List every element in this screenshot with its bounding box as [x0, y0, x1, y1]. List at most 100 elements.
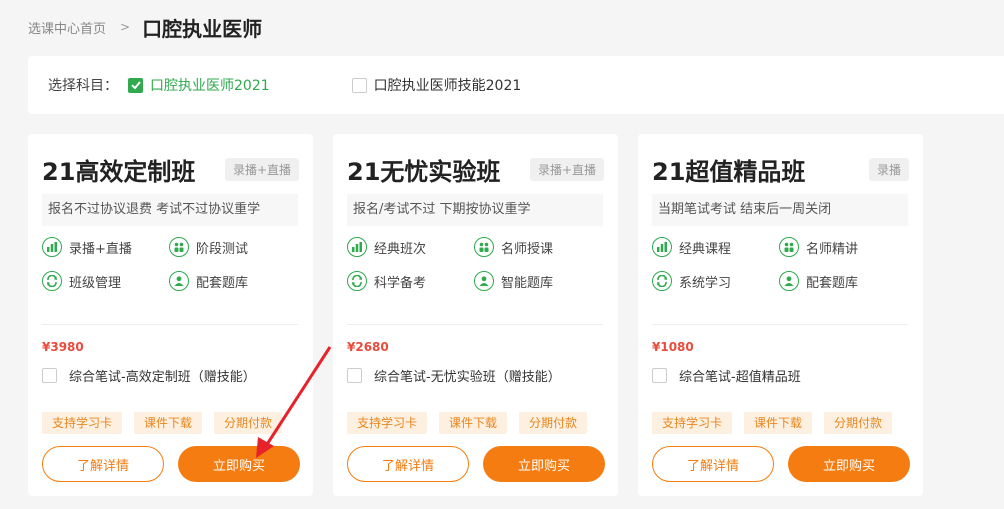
feature-item: 配套题库	[169, 270, 296, 292]
subject-label: 选择科目：	[48, 78, 118, 94]
feature-badge: 课件下载	[134, 412, 203, 434]
subject-option-dental-physician[interactable]: 口腔执业医师2021	[128, 75, 270, 95]
feature-badge: 分期付款	[519, 412, 588, 434]
feature-label: 配套题库	[196, 275, 249, 291]
subject-option-label: 口腔执业医师2021	[150, 78, 270, 94]
feature-item: 录播+直播	[42, 236, 169, 258]
buy-now-button[interactable]: 立即购买	[178, 446, 300, 482]
check-icon	[130, 81, 141, 90]
divider	[42, 324, 298, 325]
subject-option-dental-skills[interactable]: 口腔执业医师技能2021	[351, 75, 522, 95]
card-header: 21高效定制班 录播+直播	[42, 154, 299, 186]
package-option[interactable]: 综合笔试-超值精品班	[652, 366, 801, 385]
feature-badge: 支持学习卡	[652, 412, 733, 434]
feature-item: 班级管理	[42, 270, 169, 292]
checkbox-checked[interactable]	[128, 77, 143, 93]
feature-label: 名师精讲	[806, 241, 859, 257]
feature-label: 录播+直播	[69, 241, 132, 257]
package-checkbox[interactable]	[42, 368, 57, 383]
group-icon	[779, 237, 799, 257]
feature-badge: 支持学习卡	[42, 412, 123, 434]
details-button[interactable]: 了解详情	[42, 446, 164, 482]
feature-item: 智能题库	[474, 270, 601, 292]
user-icon	[474, 271, 494, 291]
package-label: 综合笔试-无忧实验班（赠技能）	[374, 370, 561, 385]
course-price: ¥1080	[652, 340, 694, 354]
package-label: 综合笔试-超值精品班	[679, 370, 801, 385]
course-price: ¥2680	[347, 340, 389, 354]
divider	[347, 324, 603, 325]
feature-label: 班级管理	[69, 275, 122, 291]
refresh-icon	[347, 271, 367, 291]
badge-row: 支持学习卡 课件下载 分期付款	[652, 412, 904, 434]
course-title: 21超值精品班	[652, 157, 806, 186]
breadcrumb-home-link[interactable]: 选课中心首页	[28, 18, 106, 37]
feature-label: 科学备考	[374, 275, 427, 291]
chart-icon	[42, 237, 62, 257]
feature-label: 系统学习	[679, 275, 732, 291]
details-button[interactable]: 了解详情	[652, 446, 774, 482]
course-card: 21无忧实验班 录播+直播报名/考试不过 下期按协议重学经典班次 名师授课科学备考 智…	[333, 134, 618, 496]
feature-item: 名师授课	[474, 236, 601, 258]
badge-row: 支持学习卡 课件下载 分期付款	[42, 412, 294, 434]
course-card: 21高效定制班 录播+直播 报名不过协议退费 考试不过协议重学 录播+直播 阶段测试 班级…	[28, 134, 313, 496]
user-icon	[169, 271, 189, 291]
feature-item: 科学备考	[347, 270, 474, 292]
refresh-icon	[652, 271, 672, 291]
checkbox-unchecked[interactable]	[351, 77, 367, 93]
subject-selector: 选择科目： 口腔执业医师2021 口腔执业医师技能2021	[28, 56, 1004, 114]
user-icon	[779, 271, 799, 291]
feature-label: 经典班次	[374, 241, 427, 257]
details-button[interactable]: 了解详情	[347, 446, 469, 482]
delivery-tag: 录播+直播	[529, 157, 604, 181]
buy-now-button[interactable]: 立即购买	[483, 446, 605, 482]
chart-icon	[347, 237, 367, 257]
feature-label: 经典课程	[679, 241, 732, 257]
delivery-tag: 录播+直播	[224, 157, 299, 181]
delivery-tag: 录播	[868, 157, 909, 181]
package-option[interactable]: 综合笔试-无忧实验班（赠技能）	[347, 366, 561, 385]
feature-badge: 分期付款	[214, 412, 283, 434]
breadcrumb: 选课中心首页 > 口腔执业医师	[28, 12, 262, 42]
feature-item: 经典课程	[652, 236, 779, 258]
feature-badge: 课件下载	[439, 412, 508, 434]
course-title: 21无忧实验班	[347, 157, 501, 186]
card-header: 21超值精品班 录播	[652, 154, 909, 186]
course-title: 21高效定制班	[42, 157, 196, 186]
course-price: ¥3980	[42, 340, 84, 354]
package-checkbox[interactable]	[347, 368, 362, 383]
subject-option-label: 口腔执业医师技能2021	[373, 78, 522, 94]
refresh-icon	[42, 271, 62, 291]
group-icon	[474, 237, 494, 257]
course-description: 报名/考试不过 下期按协议重学	[347, 194, 603, 226]
feature-item: 配套题库	[779, 270, 906, 292]
feature-list: 经典课程 名师精讲系统学习 配套题库	[652, 236, 908, 292]
group-icon	[169, 237, 189, 257]
feature-list: 录播+直播 阶段测试班级管理 配套题库	[42, 236, 298, 292]
page-title: 口腔执业医师	[142, 16, 263, 41]
feature-label: 名师授课	[501, 241, 554, 257]
chart-icon	[652, 237, 672, 257]
badge-row: 支持学习卡 课件下载 分期付款	[347, 412, 599, 434]
feature-item: 经典班次	[347, 236, 474, 258]
package-checkbox[interactable]	[652, 368, 667, 383]
feature-label: 阶段测试	[196, 241, 249, 257]
divider	[652, 324, 908, 325]
feature-badge: 支持学习卡	[347, 412, 428, 434]
course-card: 21超值精品班 录播当期笔试考试 结束后一周关闭经典课程 名师精讲系统学习 配套题库 ¥…	[638, 134, 923, 496]
feature-item: 阶段测试	[169, 236, 296, 258]
package-option[interactable]: 综合笔试-高效定制班（赠技能）	[42, 366, 256, 385]
feature-list: 经典班次 名师授课科学备考 智能题库	[347, 236, 603, 292]
course-description: 当期笔试考试 结束后一周关闭	[652, 194, 908, 226]
feature-badge: 课件下载	[744, 412, 813, 434]
feature-item: 系统学习	[652, 270, 779, 292]
feature-badge: 分期付款	[824, 412, 893, 434]
breadcrumb-separator: >	[120, 20, 131, 34]
card-header: 21无忧实验班 录播+直播	[347, 154, 604, 186]
feature-label: 智能题库	[501, 275, 554, 291]
buy-now-button[interactable]: 立即购买	[788, 446, 910, 482]
feature-label: 配套题库	[806, 275, 859, 291]
package-label: 综合笔试-高效定制班（赠技能）	[69, 370, 256, 385]
course-description: 报名不过协议退费 考试不过协议重学	[42, 194, 298, 226]
feature-item: 名师精讲	[779, 236, 906, 258]
